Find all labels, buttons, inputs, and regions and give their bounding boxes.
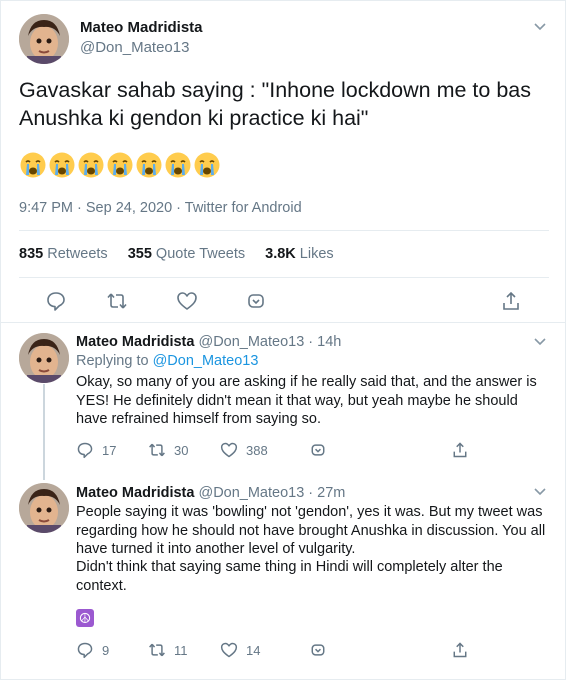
crying-face-icon bbox=[19, 151, 47, 179]
reply-count: 17 bbox=[102, 442, 117, 458]
author-handle-time[interactable]: @Don_Mateo13 · 27m bbox=[198, 485, 345, 501]
like-count: 14 bbox=[246, 642, 261, 658]
like-icon bbox=[220, 642, 238, 658]
bookmark-icon bbox=[311, 644, 325, 656]
share-button[interactable] bbox=[451, 641, 469, 659]
avatar[interactable] bbox=[19, 333, 69, 383]
crying-face-icon bbox=[135, 151, 163, 179]
tweet-timestamp[interactable]: 9:47 PM · Sep 24, 2020 · Twitter for And… bbox=[19, 200, 302, 216]
retweet-icon bbox=[149, 643, 165, 657]
share-icon[interactable] bbox=[500, 290, 522, 312]
crying-face-icon bbox=[164, 151, 192, 179]
like-button[interactable]: 388 bbox=[220, 441, 268, 459]
like-icon bbox=[220, 442, 238, 458]
retweet-icon bbox=[149, 443, 165, 457]
retweets-stat[interactable]: 835 Retweets bbox=[19, 246, 108, 262]
crying-face-icon bbox=[77, 151, 105, 179]
chevron-down-icon[interactable] bbox=[532, 483, 548, 499]
peace-symbol-icon: ☮ bbox=[76, 609, 94, 627]
bookmark-icon bbox=[311, 444, 325, 456]
replying-to: Replying to @Don_Mateo13 bbox=[76, 353, 258, 369]
avatar-image bbox=[19, 483, 69, 533]
chevron-down-icon[interactable] bbox=[532, 333, 548, 349]
retweet-count: 30 bbox=[174, 442, 189, 458]
retweet-button[interactable]: 30 bbox=[148, 441, 188, 459]
author-handle[interactable]: @Don_Mateo13 bbox=[80, 39, 189, 56]
divider bbox=[19, 277, 549, 278]
tweet-text: Gavaskar sahab saying : "Inhone lockdown… bbox=[19, 78, 531, 130]
author-handle-time[interactable]: @Don_Mateo13 · 14h bbox=[198, 334, 341, 350]
quote-count: 355 bbox=[127, 246, 152, 262]
reply-text: People saying it was 'bowling' not 'gend… bbox=[76, 504, 546, 557]
author-name[interactable]: Mateo Madridista bbox=[80, 19, 203, 36]
crying-face-icon bbox=[106, 151, 134, 179]
retweet-button[interactable]: 11 bbox=[148, 641, 188, 659]
reply-count: 9 bbox=[102, 642, 110, 658]
like-count: 388 bbox=[246, 442, 268, 458]
share-button[interactable] bbox=[451, 441, 469, 459]
likes-count: 3.8K bbox=[265, 246, 296, 262]
bookmark-button[interactable] bbox=[309, 441, 327, 459]
reply-icon bbox=[77, 642, 93, 659]
emoji-row bbox=[19, 151, 221, 179]
reply-button[interactable]: 17 bbox=[76, 441, 116, 459]
avatar[interactable] bbox=[19, 483, 69, 533]
crying-face-icon bbox=[48, 151, 76, 179]
replying-to-prefix: Replying to bbox=[76, 353, 153, 369]
chevron-down-icon[interactable] bbox=[532, 18, 548, 34]
like-button[interactable]: 14 bbox=[220, 641, 260, 659]
reply-icon bbox=[77, 442, 93, 459]
retweets-label: Retweets bbox=[47, 246, 108, 262]
main-tweet: Mateo Madridista @Don_Mateo13 Gavaskar s… bbox=[0, 0, 566, 323]
reply-icon[interactable] bbox=[45, 290, 67, 312]
reply-text-line2: Didn't think that saying same thing in H… bbox=[76, 559, 503, 594]
replying-to-link[interactable]: @Don_Mateo13 bbox=[153, 353, 259, 369]
author-name[interactable]: Mateo Madridista bbox=[76, 334, 194, 350]
crying-face-icon bbox=[193, 151, 221, 179]
engagement-stats: 835 Retweets 355 Quote Tweets 3.8K Likes bbox=[19, 246, 334, 262]
reply-text: Okay, so many of you are asking if he re… bbox=[76, 374, 537, 427]
quote-tweets-stat[interactable]: 355 Quote Tweets bbox=[128, 246, 245, 262]
likes-label: Likes bbox=[299, 246, 334, 262]
avatar-image bbox=[19, 333, 69, 383]
quote-label: Quote Tweets bbox=[155, 246, 246, 262]
like-icon[interactable] bbox=[176, 290, 198, 312]
retweet-count: 11 bbox=[174, 642, 188, 658]
share-icon bbox=[453, 442, 467, 458]
reply-header: Mateo Madridista @Don_Mateo13 · 14h bbox=[76, 334, 341, 350]
avatar-image bbox=[19, 14, 69, 64]
retweet-icon[interactable] bbox=[106, 290, 128, 312]
share-icon bbox=[453, 642, 467, 658]
thread-line bbox=[43, 384, 45, 480]
author-name[interactable]: Mateo Madridista bbox=[76, 485, 194, 501]
avatar[interactable] bbox=[19, 14, 69, 64]
reply-button[interactable]: 9 bbox=[76, 641, 109, 659]
reply-header: Mateo Madridista @Don_Mateo13 · 27m bbox=[76, 485, 345, 501]
divider bbox=[19, 230, 549, 231]
likes-stat[interactable]: 3.8K Likes bbox=[265, 246, 334, 262]
bookmark-button[interactable] bbox=[309, 641, 327, 659]
bookmark-icon[interactable] bbox=[245, 290, 267, 312]
retweets-count: 835 bbox=[19, 246, 44, 262]
